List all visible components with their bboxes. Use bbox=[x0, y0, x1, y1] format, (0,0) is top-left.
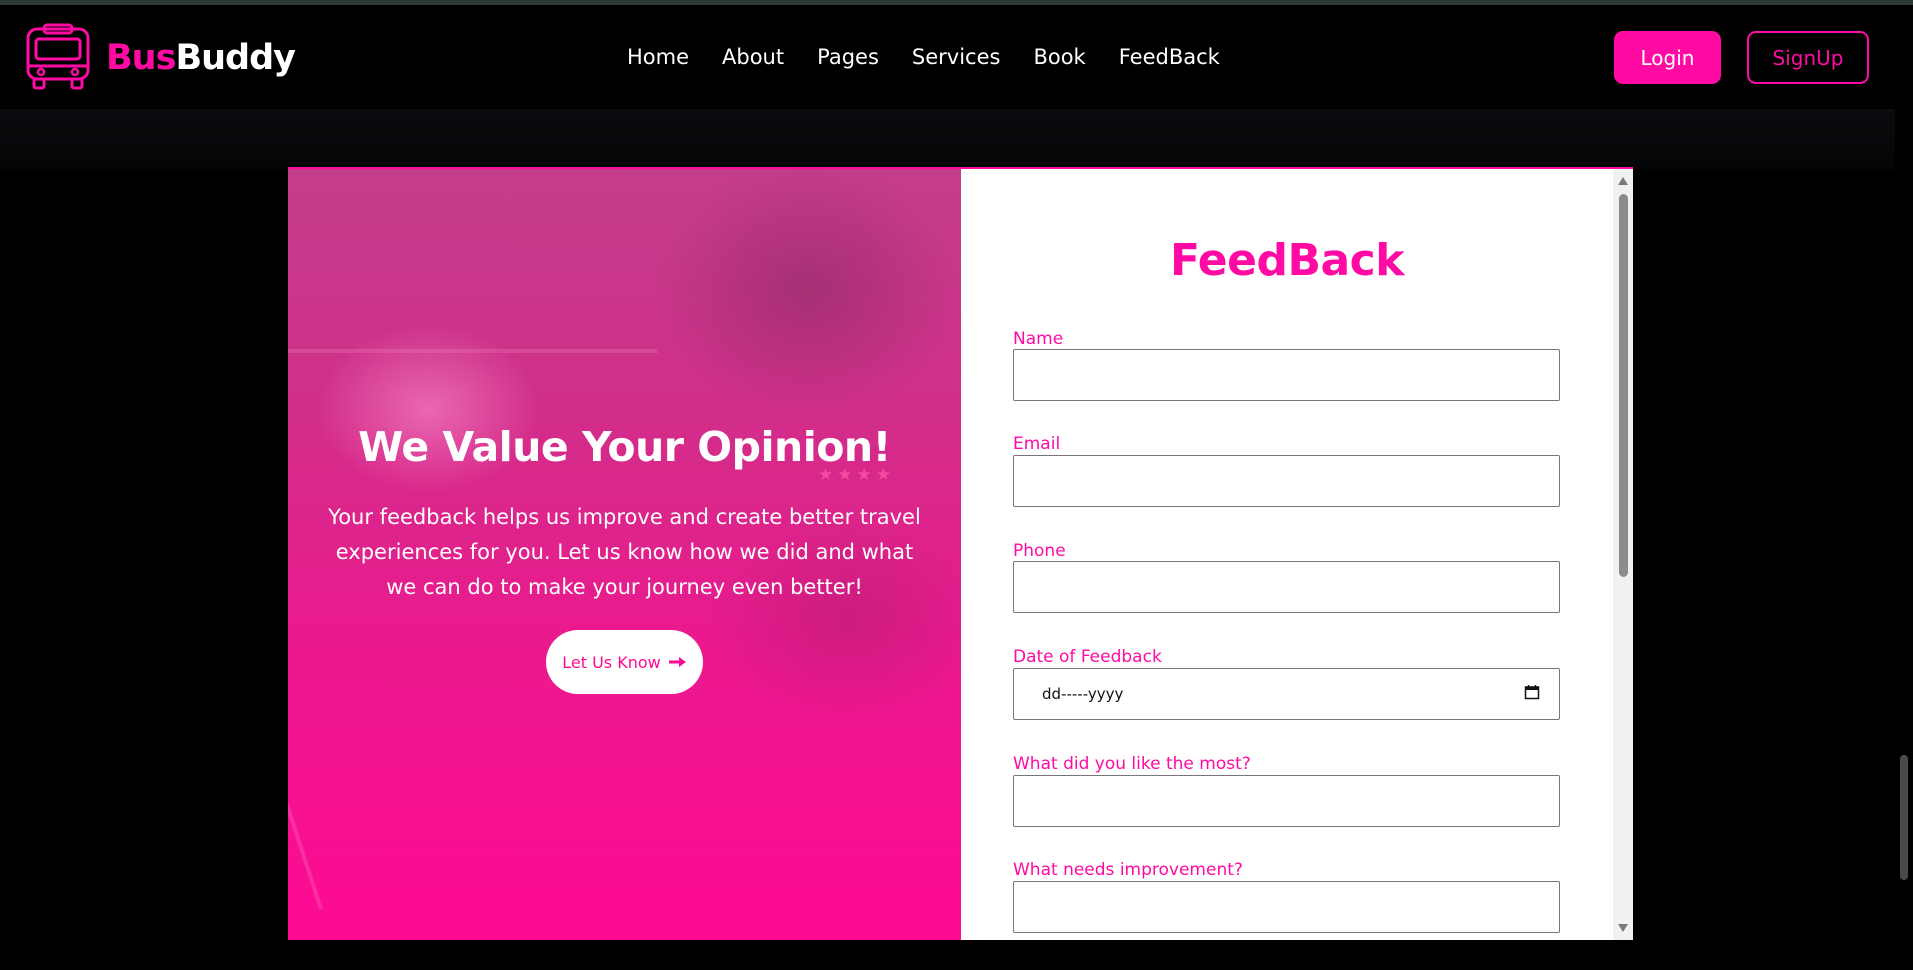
hero-panel: ★★★★ We Value Your Opinion! Your feedbac… bbox=[288, 169, 961, 940]
header-spacer bbox=[0, 109, 1895, 169]
improve-field[interactable] bbox=[1013, 881, 1560, 933]
calendar-icon[interactable] bbox=[1524, 684, 1540, 700]
email-field[interactable] bbox=[1013, 455, 1560, 507]
name-label: Name bbox=[1013, 329, 1064, 349]
let-us-know-button[interactable]: Let Us Know bbox=[546, 630, 703, 694]
feedback-card: ★★★★ We Value Your Opinion! Your feedbac… bbox=[288, 167, 1633, 940]
main-nav: Home About Pages Services Book FeedBack bbox=[627, 45, 1253, 69]
brand-name: BusBuddy bbox=[106, 38, 296, 78]
scroll-down-icon[interactable] bbox=[1618, 924, 1628, 932]
email-label: Email bbox=[1013, 434, 1061, 454]
page-scrollbar[interactable] bbox=[1895, 5, 1913, 970]
name-field[interactable] bbox=[1013, 349, 1560, 401]
arrow-right-icon bbox=[668, 657, 686, 667]
bus-icon bbox=[26, 23, 90, 90]
brand-name-part1: Bus bbox=[106, 38, 176, 78]
nav-home[interactable]: Home bbox=[627, 45, 689, 69]
login-button[interactable]: Login bbox=[1614, 31, 1721, 84]
form-scrollbar-thumb[interactable] bbox=[1619, 194, 1628, 577]
page-scrollbar-thumb[interactable] bbox=[1900, 755, 1908, 880]
page-bottom bbox=[0, 940, 1895, 970]
liked-field[interactable] bbox=[1013, 775, 1560, 827]
nav-feedback[interactable]: FeedBack bbox=[1119, 45, 1220, 69]
phone-field[interactable] bbox=[1013, 561, 1560, 613]
form-scrollbar[interactable] bbox=[1613, 169, 1633, 940]
feedback-form-panel: FeedBack Name Email Phone Date of Feedba… bbox=[961, 169, 1633, 940]
improve-label: What needs improvement? bbox=[1013, 860, 1243, 880]
liked-label: What did you like the most? bbox=[1013, 754, 1251, 774]
signup-button[interactable]: SignUp bbox=[1747, 31, 1869, 84]
nav-pages[interactable]: Pages bbox=[817, 45, 879, 69]
nav-about[interactable]: About bbox=[722, 45, 784, 69]
date-field[interactable] bbox=[1013, 668, 1560, 720]
nav-book[interactable]: Book bbox=[1033, 45, 1085, 69]
hero-description: Your feedback helps us improve and creat… bbox=[328, 505, 921, 599]
hero-title: We Value Your Opinion! bbox=[358, 423, 891, 471]
phone-label: Phone bbox=[1013, 541, 1066, 561]
form-title: FeedBack bbox=[1169, 235, 1405, 286]
nav-services[interactable]: Services bbox=[912, 45, 1001, 69]
navbar: BusBuddy Home About Pages Services Book … bbox=[0, 5, 1895, 109]
brand-name-part2: Buddy bbox=[175, 38, 296, 78]
let-us-know-label: Let Us Know bbox=[562, 652, 661, 672]
brand-logo[interactable]: BusBuddy bbox=[24, 23, 296, 93]
date-label: Date of Feedback bbox=[1013, 647, 1162, 667]
scroll-up-icon[interactable] bbox=[1618, 177, 1628, 185]
